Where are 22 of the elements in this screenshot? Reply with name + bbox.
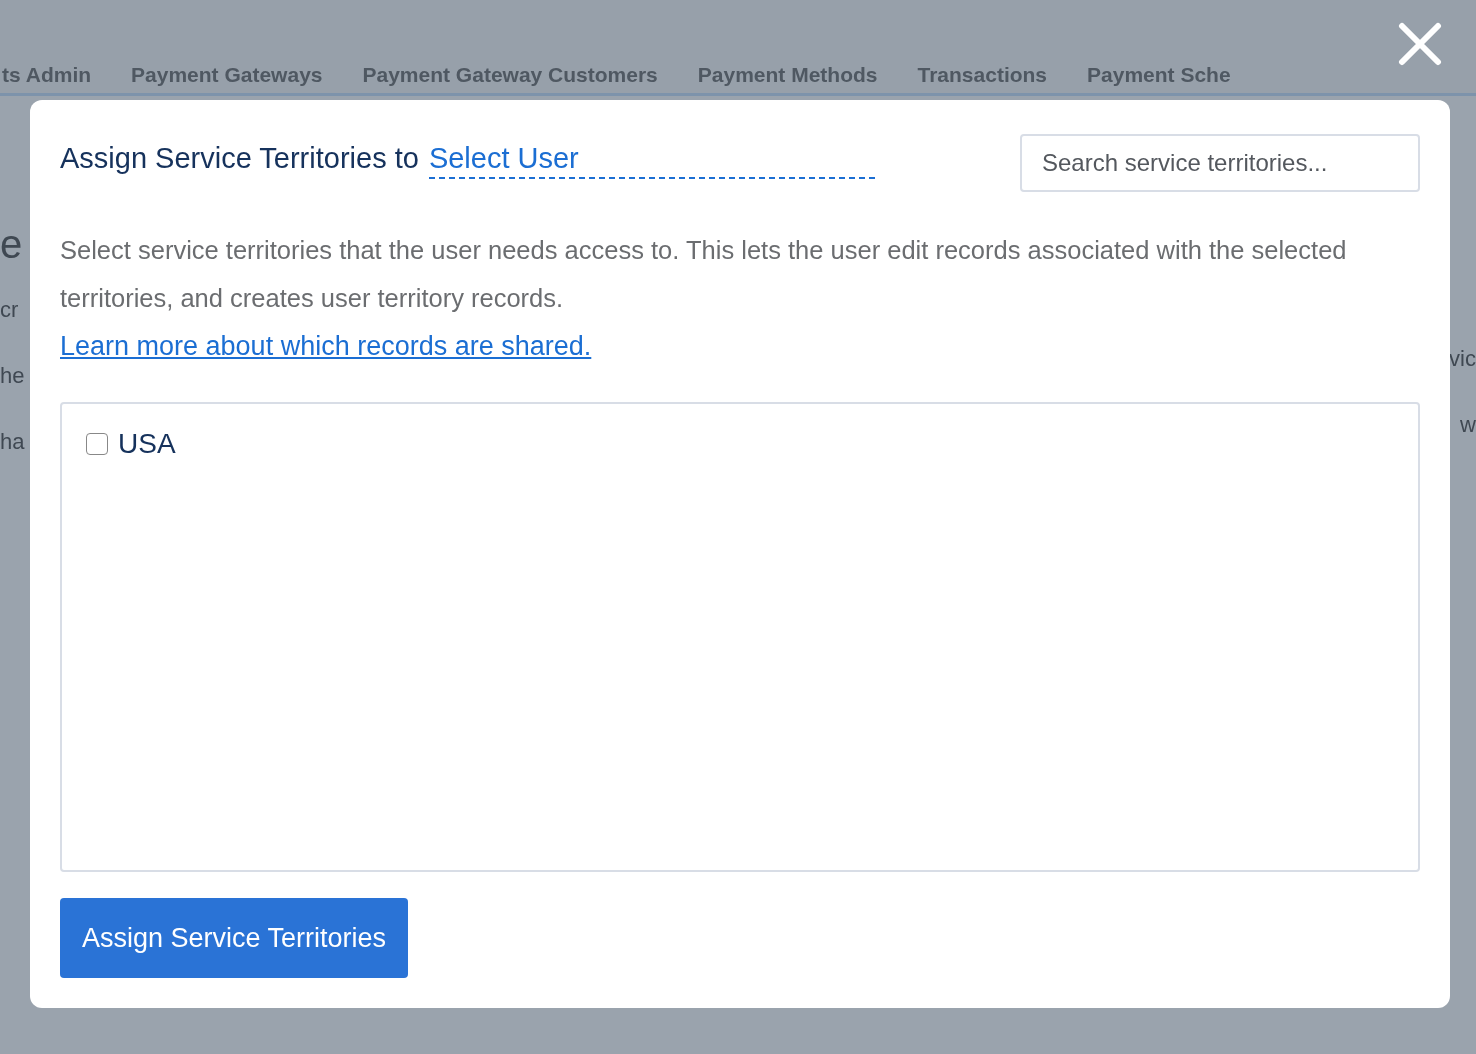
background-text: e xyxy=(0,230,24,258)
tab[interactable]: Payment Methods xyxy=(697,62,878,88)
tab[interactable]: Payment Gateway Customers xyxy=(362,62,658,88)
learn-more-link[interactable]: Learn more about which records are shared. xyxy=(60,322,592,370)
background-text: he xyxy=(0,362,26,390)
tab[interactable]: Payment Sche xyxy=(1087,62,1231,88)
background-text: w xyxy=(1460,411,1476,439)
checkbox[interactable] xyxy=(86,433,108,455)
background-text: cr xyxy=(0,296,20,324)
dialog-title: Assign Service Territories to xyxy=(60,142,419,175)
background-text: ha xyxy=(0,428,26,456)
background-text: vic xyxy=(1449,345,1476,373)
search-field[interactable]: Search service territories... xyxy=(1020,134,1420,192)
user-select[interactable]: Select User xyxy=(428,142,875,179)
close-icon xyxy=(1398,22,1442,66)
close-button[interactable] xyxy=(1396,20,1444,68)
territory-label: USA xyxy=(118,428,176,460)
assign-button[interactable]: Assign Service Territories xyxy=(60,898,409,978)
description: Select service territories that the user needs access to. This lets the user edit records associated with the selected territories, and creates user territory records. xyxy=(60,235,1348,314)
tab[interactable]: Transactions xyxy=(917,62,1048,88)
tab[interactable]: ts Admin xyxy=(2,62,92,88)
tab[interactable]: Payment Gateways xyxy=(131,62,323,88)
